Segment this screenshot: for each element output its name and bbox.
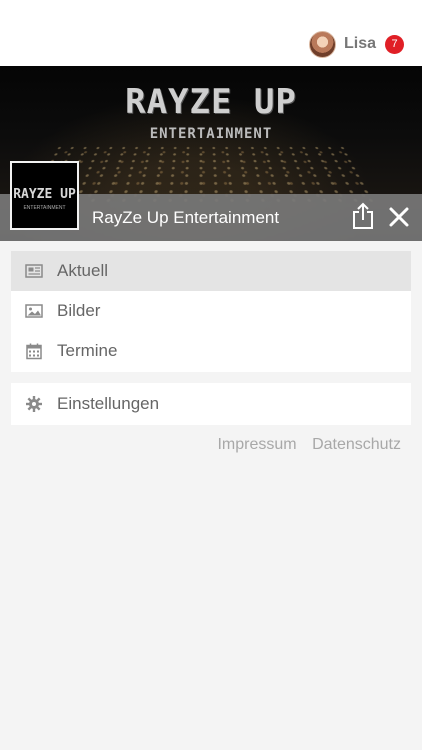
newspaper-icon xyxy=(25,262,43,280)
banner-logo-title: RAYZE UP xyxy=(125,82,297,122)
menu-label-termine: Termine xyxy=(57,341,118,360)
menu-item-bilder[interactable]: Bilder xyxy=(11,291,411,331)
settings-menu: Einstellungen xyxy=(11,383,411,425)
calendar-icon xyxy=(25,342,43,360)
page-logo-subtitle: ENTERTAINMENT xyxy=(23,205,66,211)
page-logo-title: RAYZE UP xyxy=(13,187,76,202)
close-icon[interactable] xyxy=(387,205,411,229)
gear-icon xyxy=(25,395,43,413)
menu-label-bilder: Bilder xyxy=(57,301,101,320)
image-icon xyxy=(25,302,43,320)
share-icon[interactable] xyxy=(351,202,375,230)
notification-badge[interactable]: 7 xyxy=(385,34,404,54)
user-name[interactable]: Lisa xyxy=(344,35,376,53)
top-bar: Lisa 7 xyxy=(0,0,422,66)
page-title: RayZe Up Entertainment xyxy=(92,208,280,227)
footer-links: Impressum Datenschutz xyxy=(206,436,401,454)
menu-item-aktuell[interactable]: Aktuell xyxy=(11,251,411,291)
user-avatar[interactable] xyxy=(308,30,336,58)
user-profile[interactable]: Lisa 7 xyxy=(308,30,404,58)
menu-label-einstellungen: Einstellungen xyxy=(57,394,160,413)
page-logo[interactable]: RAYZE UP ENTERTAINMENT xyxy=(10,161,79,230)
banner-logo-subtitle: ENTERTAINMENT xyxy=(149,126,273,142)
menu-item-einstellungen[interactable]: Einstellungen xyxy=(11,383,411,425)
page-banner: RAYZE UP ENTERTAINMENT RayZe Up Entertai… xyxy=(0,66,422,241)
navigation-menu: Aktuell Bilder Termine xyxy=(11,251,411,372)
menu-item-termine[interactable]: Termine xyxy=(11,331,411,371)
impressum-link[interactable]: Impressum xyxy=(217,436,296,453)
menu-label-aktuell: Aktuell xyxy=(57,261,109,280)
datenschutz-link[interactable]: Datenschutz xyxy=(312,436,401,453)
